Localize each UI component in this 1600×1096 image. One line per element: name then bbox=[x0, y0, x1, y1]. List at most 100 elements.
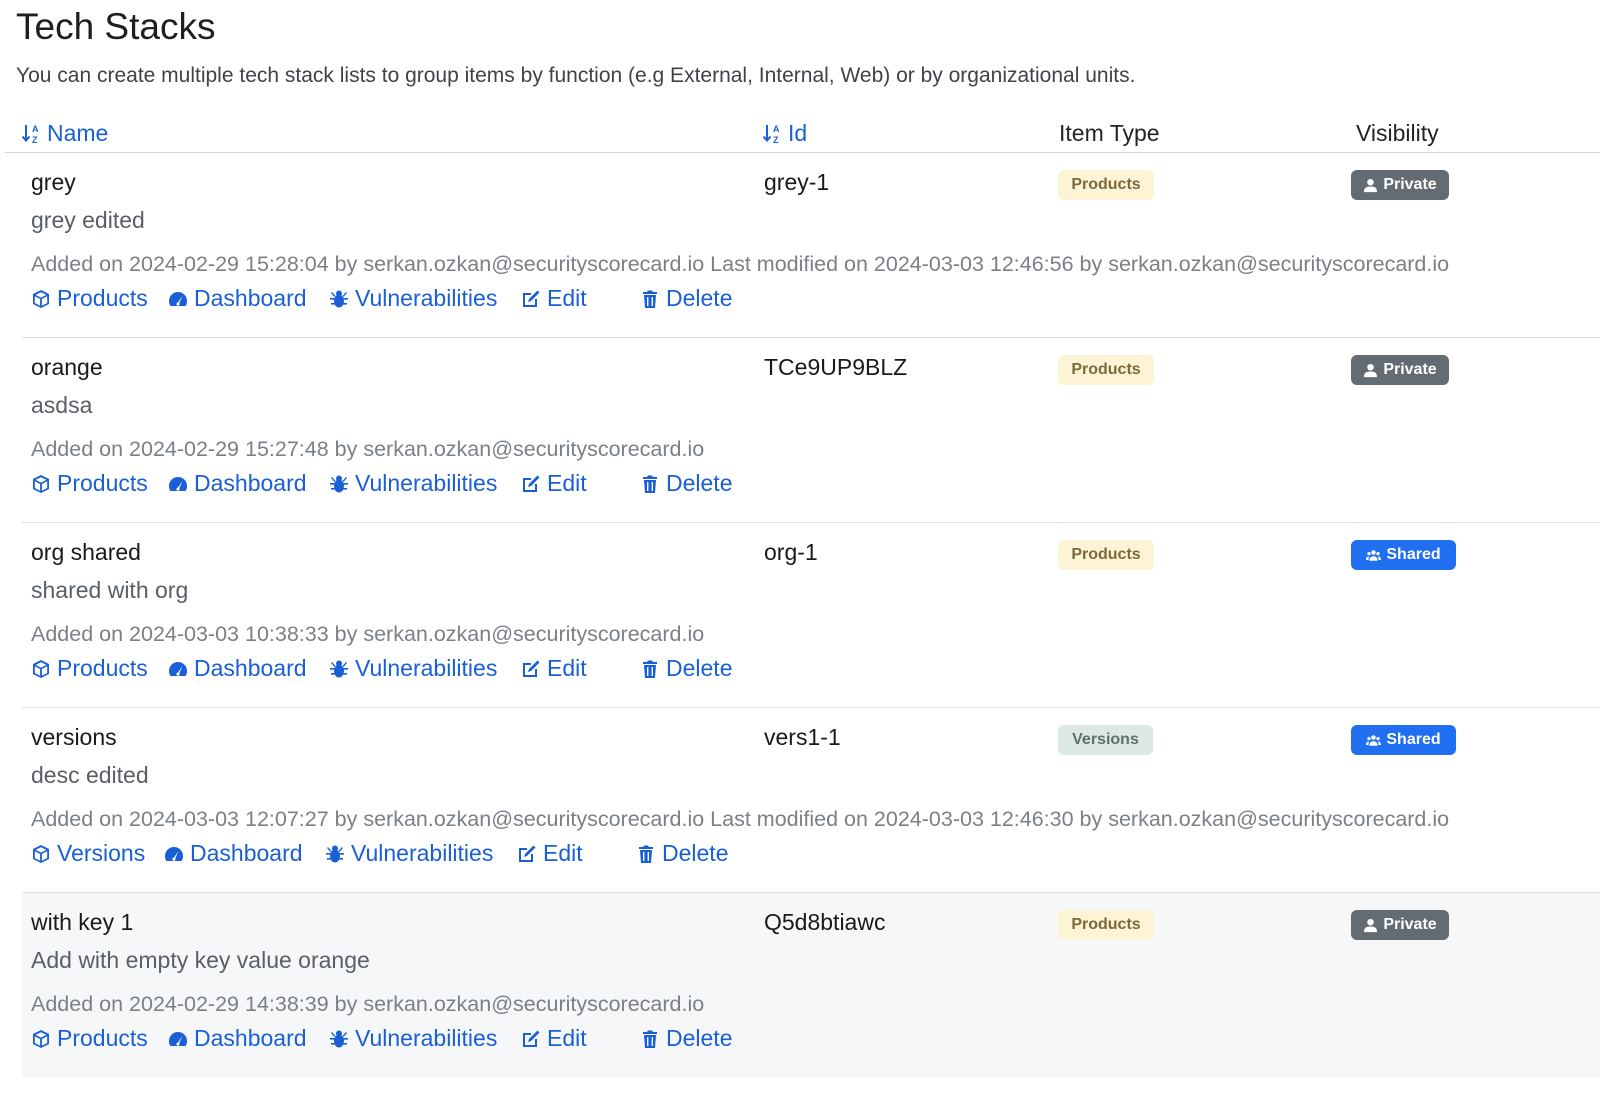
stack-description: shared with org bbox=[31, 577, 189, 603]
stack-id: Q5d8btiawc bbox=[764, 909, 886, 935]
user-icon bbox=[1364, 918, 1378, 932]
trash-icon bbox=[643, 660, 657, 678]
items-link[interactable]: Products bbox=[31, 655, 148, 682]
box-icon bbox=[33, 289, 49, 308]
bug-icon bbox=[330, 475, 348, 492]
edit-link[interactable]: Edit bbox=[521, 285, 587, 312]
id-column-header[interactable]: A Z Id bbox=[762, 120, 807, 147]
item-type-badge: Products bbox=[1058, 540, 1154, 570]
items-link[interactable]: Products bbox=[31, 470, 148, 497]
visibility-label: Private bbox=[1383, 361, 1437, 378]
speedometer-icon bbox=[169, 1031, 187, 1046]
stack-id: TCe9UP9BLZ bbox=[764, 354, 908, 380]
box-icon bbox=[33, 1029, 49, 1048]
sort-alpha-down-icon: A Z bbox=[762, 124, 780, 145]
svg-text:A: A bbox=[773, 124, 780, 134]
delete-link-label: Delete bbox=[662, 840, 729, 866]
edit-icon bbox=[523, 475, 540, 492]
vulnerabilities-link[interactable]: Vulnerabilities bbox=[329, 285, 497, 312]
vulnerabilities-link[interactable]: Vulnerabilities bbox=[329, 655, 497, 682]
bug-icon bbox=[326, 845, 344, 862]
delete-link[interactable]: Delete bbox=[640, 655, 732, 682]
visibility-badge: Private bbox=[1351, 910, 1449, 940]
name-column-label: Name bbox=[47, 120, 109, 146]
dashboard-link-label: Dashboard bbox=[194, 285, 307, 311]
dashboard-link[interactable]: Dashboard bbox=[168, 1025, 307, 1052]
vulnerabilities-link-label: Vulnerabilities bbox=[355, 655, 498, 681]
item-type-column-header: Item Type bbox=[1059, 120, 1160, 146]
stack-name: org shared bbox=[31, 539, 141, 565]
items-link-label: Products bbox=[57, 655, 148, 681]
name-column-header[interactable]: A Z Name bbox=[21, 120, 108, 147]
edit-link[interactable]: Edit bbox=[517, 840, 583, 867]
stack-meta: Added on 2024-02-29 14:38:39 by serkan.o… bbox=[31, 992, 705, 1016]
table-row: with key 1 Add with empty key value oran… bbox=[22, 893, 1600, 1077]
dashboard-link[interactable]: Dashboard bbox=[168, 655, 307, 682]
edit-icon bbox=[523, 290, 540, 307]
visibility-badge: Private bbox=[1351, 355, 1449, 385]
edit-link-label: Edit bbox=[547, 470, 587, 496]
stack-name: orange bbox=[31, 354, 103, 380]
dashboard-link[interactable]: Dashboard bbox=[164, 840, 303, 867]
page-subtitle: You can create multiple tech stack lists… bbox=[16, 64, 1136, 87]
bug-icon bbox=[330, 660, 348, 677]
trash-icon bbox=[643, 475, 657, 493]
vulnerabilities-link[interactable]: Vulnerabilities bbox=[329, 470, 497, 497]
edit-link[interactable]: Edit bbox=[521, 470, 587, 497]
stack-name: with key 1 bbox=[31, 909, 134, 935]
edit-link[interactable]: Edit bbox=[521, 655, 587, 682]
stack-meta: Added on 2024-02-29 15:28:04 by serkan.o… bbox=[31, 252, 1450, 276]
item-type-badge: Products bbox=[1058, 910, 1154, 940]
delete-link[interactable]: Delete bbox=[636, 840, 728, 867]
delete-link-label: Delete bbox=[666, 470, 733, 496]
speedometer-icon bbox=[169, 476, 187, 491]
items-link[interactable]: Products bbox=[31, 1025, 148, 1052]
vulnerabilities-link-label: Vulnerabilities bbox=[351, 840, 494, 866]
tech-stacks-page: Tech Stacks You can create multiple tech… bbox=[0, 0, 1600, 1096]
page-title: Tech Stacks bbox=[16, 6, 216, 47]
table-header: A Z Name A Z Id Item Type Visibility bbox=[5, 112, 1600, 153]
vulnerabilities-link-label: Vulnerabilities bbox=[355, 470, 498, 496]
dashboard-link[interactable]: Dashboard bbox=[168, 285, 307, 312]
trash-icon bbox=[643, 290, 657, 308]
edit-link[interactable]: Edit bbox=[521, 1025, 587, 1052]
visibility-label: Private bbox=[1383, 176, 1437, 193]
dashboard-link[interactable]: Dashboard bbox=[168, 470, 307, 497]
trash-icon bbox=[643, 1030, 657, 1048]
stack-description: asdsa bbox=[31, 392, 93, 418]
items-link[interactable]: Versions bbox=[31, 840, 145, 867]
stack-description: desc edited bbox=[31, 762, 149, 788]
user-icon bbox=[1364, 178, 1378, 192]
stack-meta: Added on 2024-02-29 15:27:48 by serkan.o… bbox=[31, 437, 705, 461]
stack-id: org-1 bbox=[764, 539, 818, 565]
dashboard-link-label: Dashboard bbox=[194, 655, 307, 681]
visibility-label: Shared bbox=[1386, 731, 1441, 748]
bug-icon bbox=[330, 1030, 348, 1047]
stack-id: grey-1 bbox=[764, 169, 830, 195]
dashboard-link-label: Dashboard bbox=[190, 840, 303, 866]
items-link[interactable]: Products bbox=[31, 285, 148, 312]
stack-name: grey bbox=[31, 169, 76, 195]
svg-text:Z: Z bbox=[773, 135, 779, 145]
stack-id: vers1-1 bbox=[764, 724, 841, 750]
box-icon bbox=[33, 844, 49, 863]
id-column-label: Id bbox=[788, 120, 808, 146]
vulnerabilities-link[interactable]: Vulnerabilities bbox=[325, 840, 493, 867]
box-icon bbox=[33, 659, 49, 678]
trash-icon bbox=[639, 845, 653, 863]
delete-link-label: Delete bbox=[666, 1025, 733, 1051]
speedometer-icon bbox=[169, 661, 187, 676]
visibility-badge: Shared bbox=[1351, 540, 1456, 570]
bug-icon bbox=[330, 290, 348, 307]
delete-link[interactable]: Delete bbox=[640, 470, 732, 497]
delete-link[interactable]: Delete bbox=[640, 285, 732, 312]
vulnerabilities-link[interactable]: Vulnerabilities bbox=[329, 1025, 497, 1052]
table-row: grey grey edited Added on 2024-02-29 15:… bbox=[22, 153, 1600, 338]
dashboard-link-label: Dashboard bbox=[194, 470, 307, 496]
edit-icon bbox=[523, 1030, 540, 1047]
edit-link-label: Edit bbox=[543, 840, 583, 866]
edit-link-label: Edit bbox=[547, 285, 587, 311]
speedometer-icon bbox=[165, 846, 183, 861]
box-icon bbox=[33, 474, 49, 493]
delete-link[interactable]: Delete bbox=[640, 1025, 732, 1052]
